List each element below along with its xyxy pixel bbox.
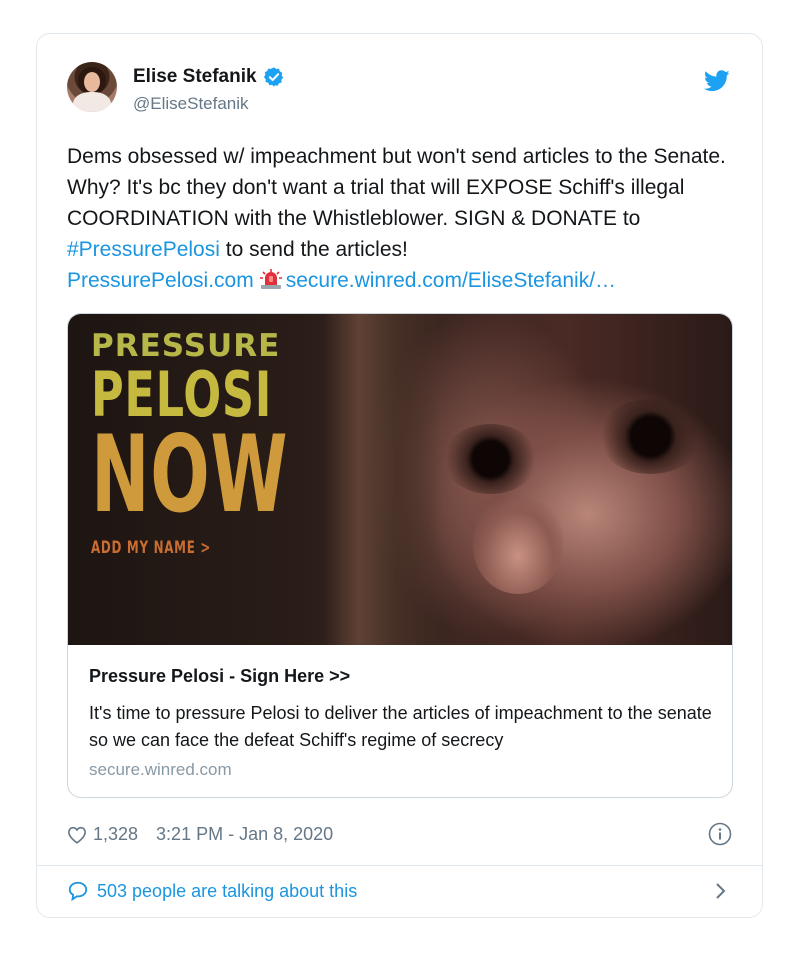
card-image[interactable]: PRESSURE PELOSI NOW ADD MY NAME >: [68, 314, 732, 645]
author-handle[interactable]: @EliseStefanik: [133, 94, 249, 114]
chevron-right-icon[interactable]: [714, 880, 728, 902]
divider: [37, 865, 762, 866]
like-count[interactable]: 1,328: [93, 824, 138, 845]
link-preview-card[interactable]: PRESSURE PELOSI NOW ADD MY NAME > Pressu…: [67, 313, 733, 798]
avatar[interactable]: [67, 62, 117, 112]
card-domain: secure.winred.com: [89, 760, 232, 779]
timestamp[interactable]: 3:21 PM - Jan 8, 2020: [156, 824, 333, 845]
card-title[interactable]: Pressure Pelosi - Sign Here >>: [89, 666, 350, 687]
card-description: It's time to pressure Pelosi to deliver …: [89, 703, 712, 750]
talking-about-link[interactable]: 503 people are talking about this: [67, 880, 357, 902]
author-name[interactable]: Elise Stefanik: [133, 66, 257, 88]
hashtag-link[interactable]: #PressurePelosi: [67, 238, 220, 261]
tweet-meta: 1,328 3:21 PM - Jan 8, 2020: [67, 824, 333, 845]
tweet-text: Dems obsessed w/ impeachment but won't s…: [67, 141, 747, 296]
author-name-row[interactable]: Elise Stefanik: [133, 66, 285, 88]
image-text-add-my-name: ADD MY NAME >: [91, 538, 212, 558]
tweet-text-part2: to send the articles!: [219, 238, 408, 261]
verified-badge-icon: [263, 67, 283, 87]
info-icon[interactable]: [708, 822, 732, 846]
image-text-now: NOW: [91, 413, 289, 536]
speech-bubble-icon: [68, 881, 88, 902]
tweet-text-part1: Dems obsessed w/ impeachment but won't s…: [67, 145, 726, 230]
talking-about-text[interactable]: 503 people are talking about this: [97, 881, 357, 902]
heart-icon[interactable]: [67, 826, 87, 844]
winred-link[interactable]: secure.winred.com/EliseStefanik/…: [286, 269, 616, 292]
pressurepelosi-link[interactable]: PressurePelosi.com: [67, 269, 254, 292]
tweet-card: Elise Stefanik @EliseStefanik Dems obses…: [36, 33, 763, 918]
siren-emoji-icon: [259, 269, 282, 289]
twitter-bird-icon[interactable]: [704, 70, 730, 92]
